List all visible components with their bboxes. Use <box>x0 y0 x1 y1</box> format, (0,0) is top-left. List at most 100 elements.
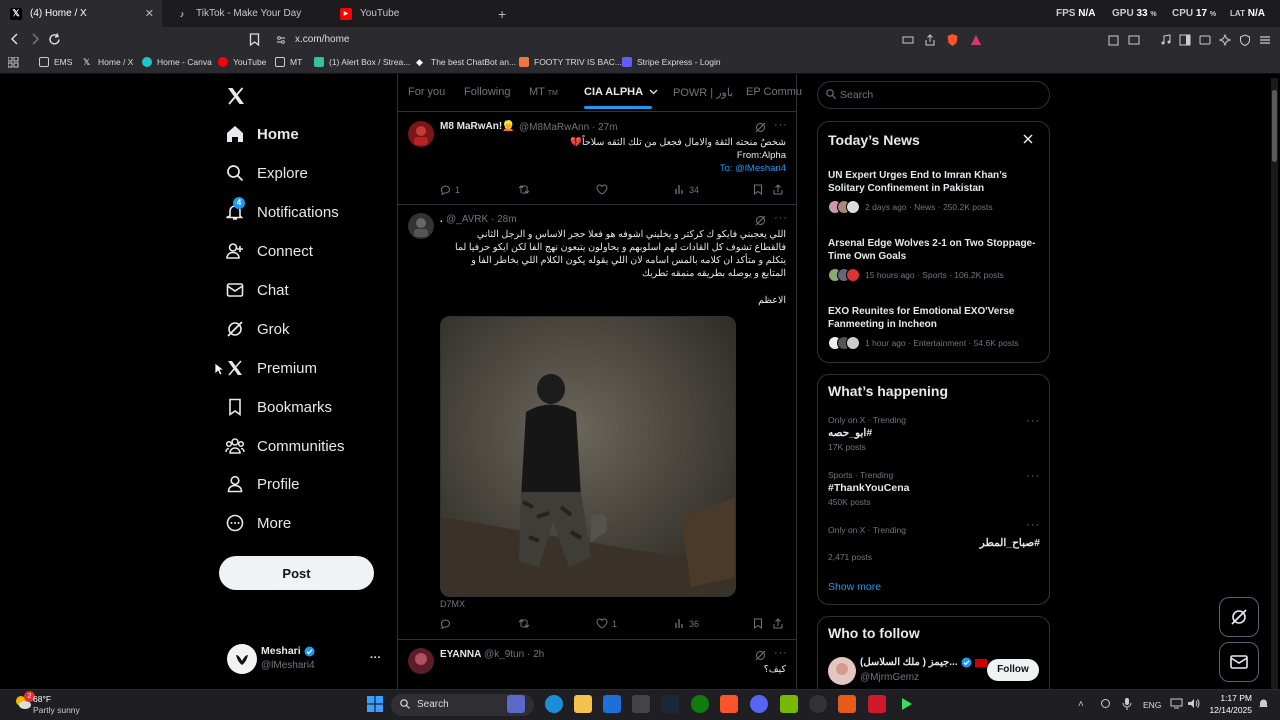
nvidia-icon[interactable] <box>780 695 798 713</box>
views-button[interactable]: 34 <box>674 184 699 195</box>
follow-button[interactable]: Follow <box>987 659 1039 681</box>
like-button[interactable] <box>596 184 612 195</box>
bookmark-page-icon[interactable] <box>249 33 260 46</box>
tab-following[interactable]: Following <box>464 86 510 98</box>
sync-icon[interactable] <box>1100 698 1111 709</box>
bookmark-footy[interactable]: FOOTY TRIV IS BAC... <box>519 57 622 67</box>
tweet-more-icon[interactable]: ··· <box>774 119 788 131</box>
media-icon[interactable] <box>1160 34 1172 46</box>
tray-expand-icon[interactable]: ˄ <box>1078 699 1084 710</box>
avatar[interactable] <box>828 657 856 685</box>
browser-tab-tiktok[interactable]: ♪ TikTok - Make Your Day <box>166 0 328 27</box>
forward-icon[interactable] <box>29 33 41 45</box>
weather-widget[interactable]: 2 68°F Partly sunny <box>12 691 122 718</box>
tweet[interactable]: EYANNA @k_9tun · 2h ··· كيف؟ <box>398 640 796 689</box>
xbox-icon[interactable] <box>691 695 709 713</box>
tweet[interactable]: . @_AVRK · 28m ··· اللي يعجبني فايكو ك ك… <box>398 205 796 639</box>
messages-float-button[interactable] <box>1219 642 1259 682</box>
bookmark-ems[interactable]: EMS <box>39 57 72 67</box>
play-icon[interactable] <box>897 695 915 713</box>
brave-shield-icon[interactable] <box>946 33 959 47</box>
search-input[interactable]: Search <box>817 81 1050 109</box>
apps-grid-icon[interactable] <box>8 57 19 68</box>
show-more-link[interactable]: Show more <box>828 581 881 593</box>
news-item[interactable]: Arsenal Edge Wolves 2-1 on Two Stoppage-… <box>828 237 1038 282</box>
nav-premium[interactable]: Premium <box>224 356 317 380</box>
suggested-user-name[interactable]: (ملك السلاسل ) جيمز... <box>860 657 987 668</box>
app-icon[interactable] <box>838 695 856 713</box>
rockstar-icon[interactable] <box>868 695 886 713</box>
grok-icon[interactable] <box>755 215 766 226</box>
reply-button[interactable] <box>440 618 455 629</box>
trend-more-icon[interactable]: ··· <box>1026 519 1040 531</box>
close-icon[interactable] <box>1023 134 1033 144</box>
microphone-icon[interactable] <box>1122 698 1132 710</box>
bookmark-alert-box[interactable]: (1) Alert Box / Strea... <box>314 57 410 67</box>
tweet-mention-link[interactable]: To: @lMeshari4 <box>438 162 786 175</box>
scrollbar-thumb[interactable] <box>1272 90 1277 162</box>
tweet-author[interactable]: EYANNA <box>440 649 481 660</box>
extensions-icon[interactable] <box>1108 34 1120 46</box>
trend-more-icon[interactable]: ··· <box>1026 415 1040 427</box>
bookmark-home-x[interactable]: 𝕏 Home / X <box>83 57 133 67</box>
reply-button[interactable]: 1 <box>440 184 460 195</box>
wallet-card-icon[interactable] <box>1199 34 1211 46</box>
network-icon[interactable] <box>1170 698 1183 709</box>
notification-center-icon[interactable] <box>1258 698 1269 710</box>
tab-cia-alpha[interactable]: CIA ALPHA <box>584 86 658 98</box>
nav-profile[interactable]: Profile <box>224 472 300 496</box>
account-more-icon[interactable]: ··· <box>370 652 381 664</box>
language-indicator[interactable]: ENG <box>1143 700 1161 710</box>
post-button[interactable]: Post <box>219 556 374 590</box>
chatgpt-icon[interactable] <box>809 695 827 713</box>
share-tweet-icon[interactable] <box>773 184 783 195</box>
store-icon[interactable] <box>603 695 621 713</box>
nav-more[interactable]: More <box>224 511 291 535</box>
brave-rewards-icon[interactable] <box>970 34 982 46</box>
edge-icon[interactable] <box>545 695 563 713</box>
cast-icon[interactable] <box>902 34 914 46</box>
tweet[interactable]: M8 MaRwAn!👱 @M8MaRwAnn · 27m ··· شخصٌ من… <box>398 112 796 204</box>
trend-item[interactable]: Only on X · Trending #صباح_المطر 2,471 p… <box>828 519 1040 569</box>
news-item[interactable]: EXO Reunites for Emotional EXO'Verse Fan… <box>828 305 1038 350</box>
grok-icon[interactable] <box>755 650 766 661</box>
bookmark-youtube[interactable]: YouTube <box>218 57 266 67</box>
nav-home[interactable]: Home <box>224 122 299 146</box>
file-explorer-icon[interactable] <box>574 695 592 713</box>
scrollbar-track[interactable] <box>1271 78 1278 690</box>
sidebar-toggle-icon[interactable] <box>1179 34 1191 46</box>
grok-icon[interactable] <box>755 122 766 133</box>
reload-icon[interactable] <box>48 33 61 46</box>
nav-communities[interactable]: Communities <box>224 434 345 458</box>
tweet-handle[interactable]: @M8MaRwAnn · 27m <box>519 122 618 133</box>
x-logo-icon[interactable] <box>226 86 246 106</box>
nav-explore[interactable]: Explore <box>224 161 308 185</box>
wallet-icon[interactable] <box>1128 34 1140 46</box>
tweet-more-icon[interactable]: ··· <box>774 212 788 224</box>
retweet-button[interactable] <box>518 618 534 629</box>
tweet-more-icon[interactable]: ··· <box>774 647 788 659</box>
clock-time[interactable]: 1:17 PM <box>1208 693 1252 703</box>
windows-start-icon[interactable] <box>367 696 383 712</box>
like-button[interactable]: 1 <box>596 618 617 629</box>
trend-more-icon[interactable]: ··· <box>1026 470 1040 482</box>
discord-icon[interactable] <box>750 695 768 713</box>
brave-icon[interactable] <box>720 695 738 713</box>
close-tab-icon[interactable]: ✕ <box>145 7 154 20</box>
browser-tab-x[interactable]: 𝕏 (4) Home / X ✕ <box>0 0 162 27</box>
nav-notifications[interactable]: 4 Notifications <box>224 197 339 224</box>
tweet-handle[interactable]: @_AVRK · 28m <box>446 214 517 225</box>
tweet-media-image[interactable] <box>440 316 736 597</box>
browser-tab-youtube[interactable]: ▶ YouTube <box>330 0 492 27</box>
bookmark-mt[interactable]: MT <box>275 57 302 67</box>
bookmark-tweet-icon[interactable] <box>753 618 763 629</box>
tab-powr[interactable]: POWR | باور <box>673 86 733 99</box>
terminal-icon[interactable] <box>632 695 650 713</box>
bookmark-canva[interactable]: Home - Canva <box>142 57 212 67</box>
nav-connect[interactable]: Connect <box>224 239 313 263</box>
views-button[interactable]: 36 <box>674 618 699 629</box>
trend-item[interactable]: Only on X · Trending #ابو_حصه 17K posts … <box>828 415 1040 459</box>
tab-mt[interactable]: MT TM <box>529 86 558 98</box>
news-item[interactable]: UN Expert Urges End to Imran Khan’s Soli… <box>828 169 1038 214</box>
nav-grok[interactable]: Grok <box>224 317 290 341</box>
